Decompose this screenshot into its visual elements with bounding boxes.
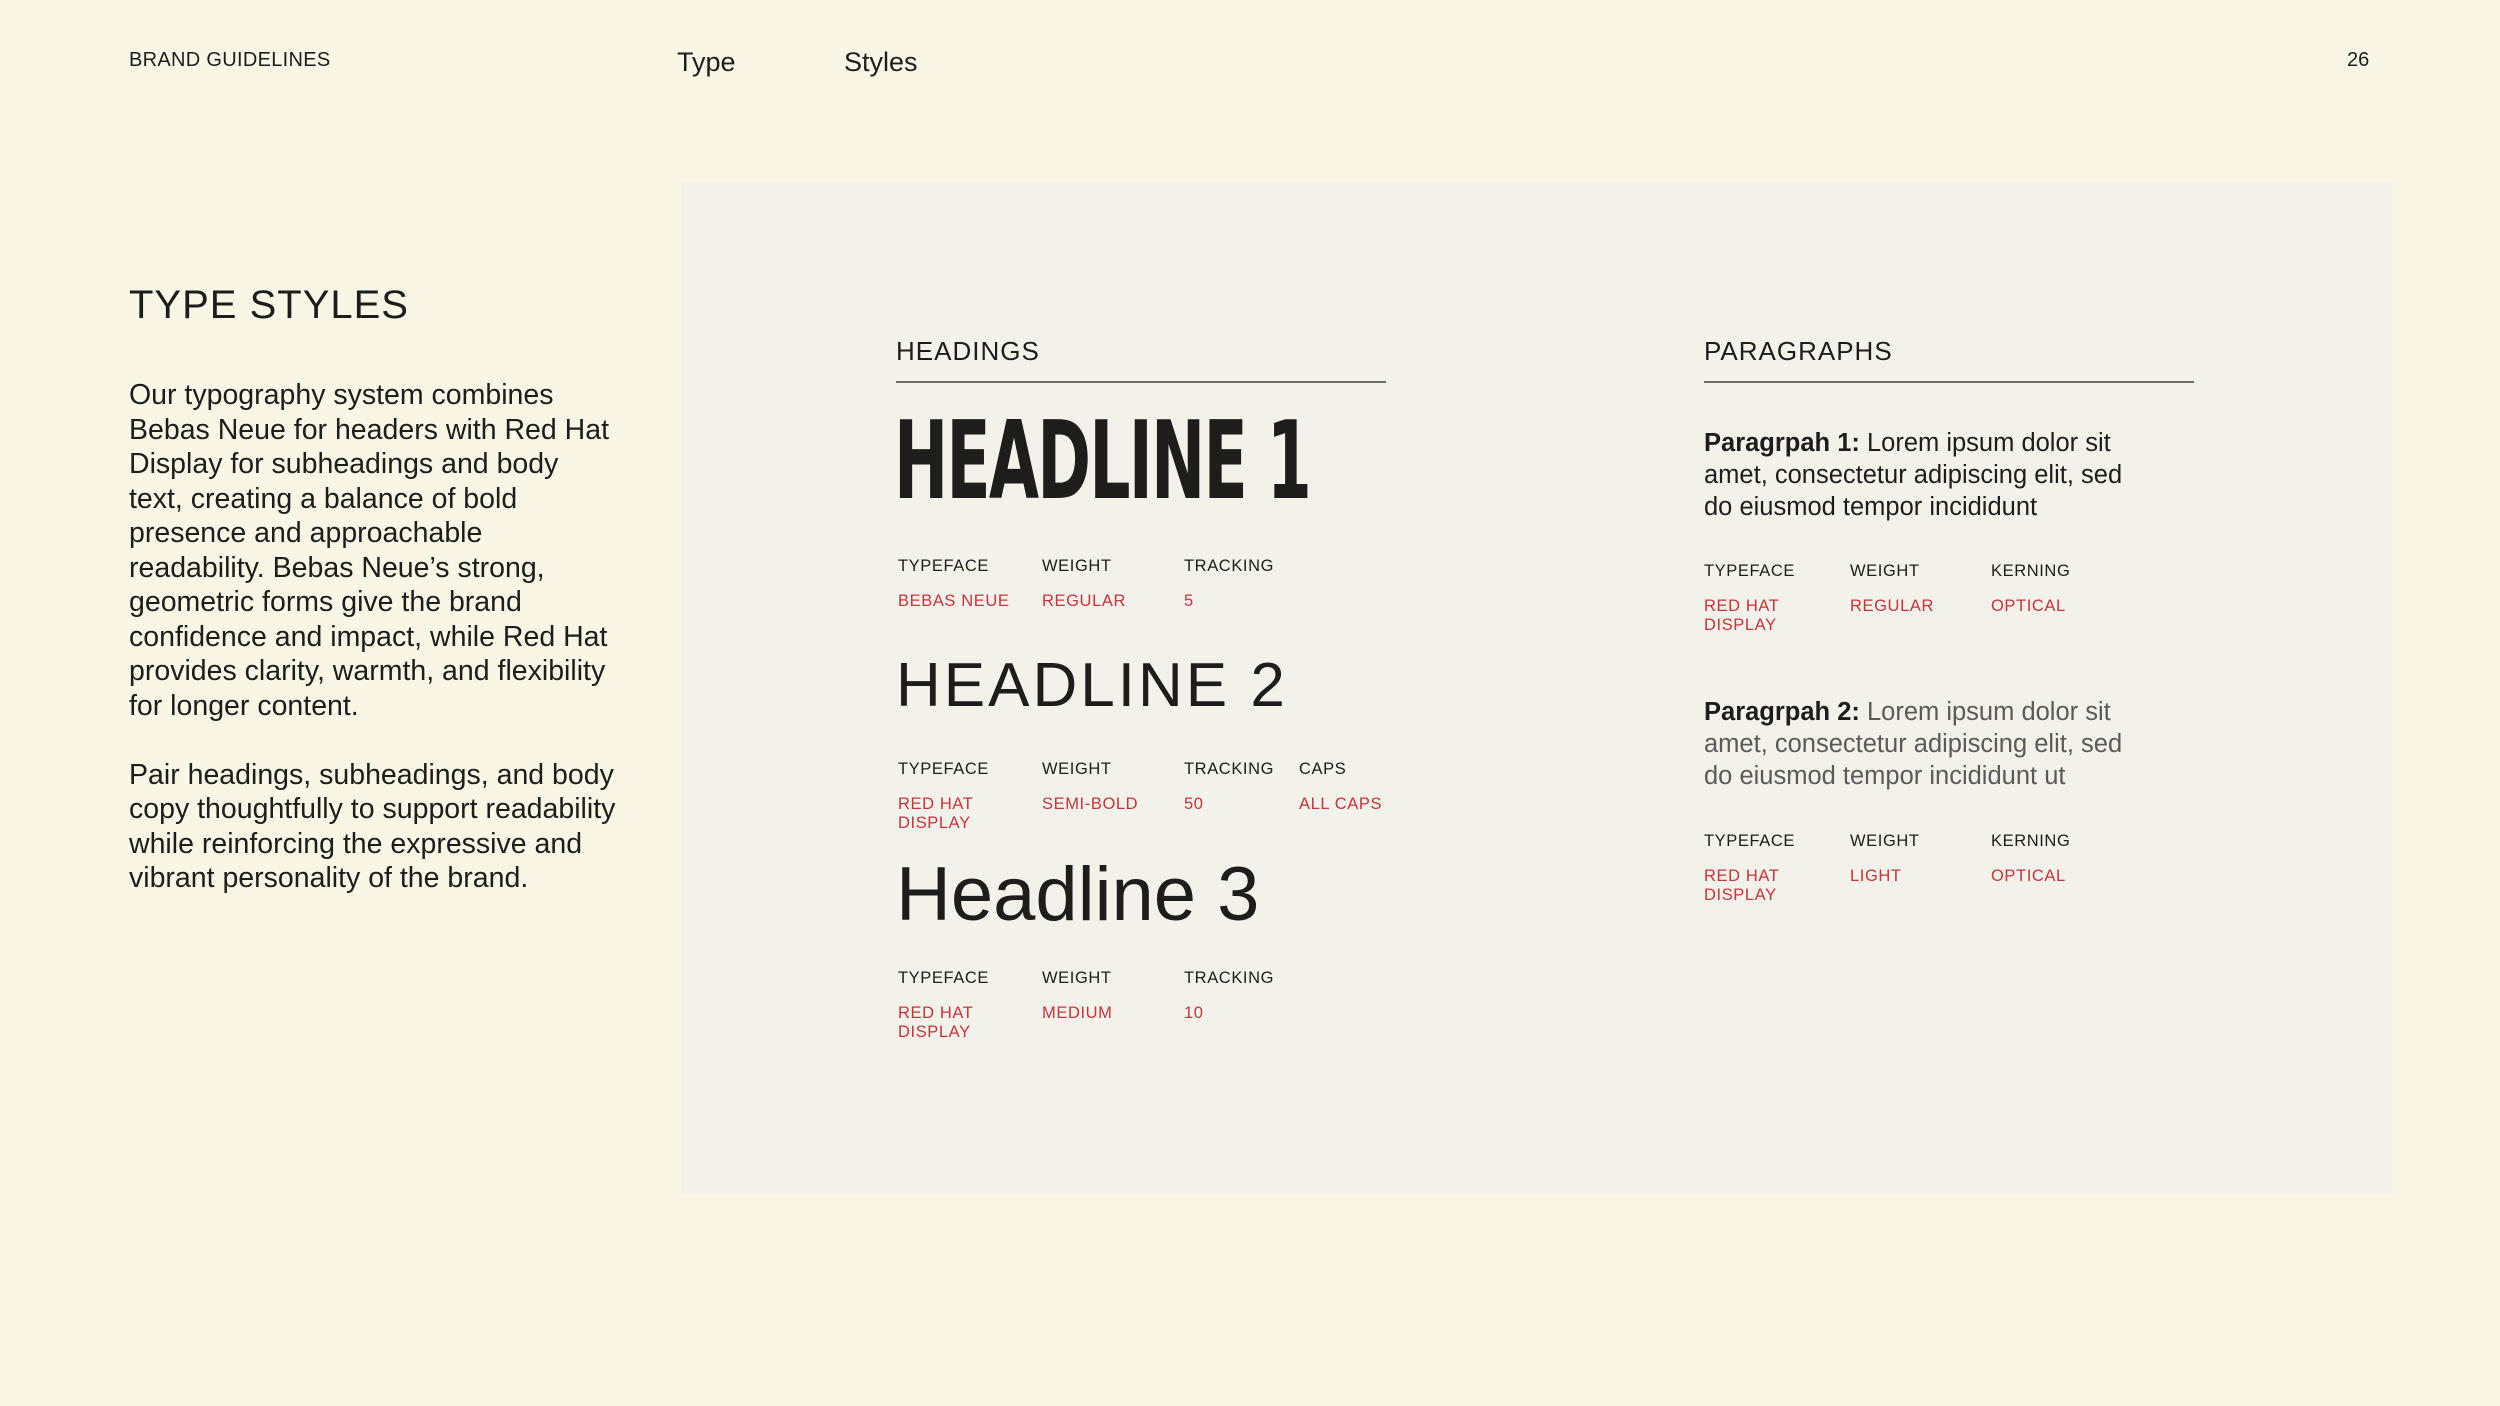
spec-value: RED HAT DISPLAY [898, 795, 974, 832]
page-number: 26 [2347, 49, 2370, 71]
spec-typeface: TYPEFACE BEBAS NEUE [898, 557, 1018, 611]
intro-paragraph: Our typography system combines Bebas Neu… [129, 379, 610, 722]
brand-label: BRAND GUIDELINES [129, 49, 331, 71]
spec-label: CAPS [1299, 760, 1347, 778]
spec-typeface: TYPEFACE RED HAT DISPLAY [898, 760, 1018, 833]
intro-text: Our typography system combines Bebas Neu… [129, 378, 619, 896]
spec-kerning: KERNING OPTICAL [1991, 562, 2111, 616]
headline-1-sample: HEADLINE 1 [894, 399, 1312, 524]
spec-label: TYPEFACE [1704, 562, 1795, 580]
spec-weight: WEIGHT REGULAR [1850, 562, 1970, 616]
spec-label: TYPEFACE [898, 557, 989, 575]
spec-kerning: KERNING OPTICAL [1991, 832, 2111, 886]
spec-label: TYPEFACE [898, 969, 989, 987]
spec-value: 5 [1184, 592, 1194, 610]
spec-label: TRACKING [1184, 969, 1275, 987]
spec-caps: CAPS ALL CAPS [1299, 760, 1419, 814]
spec-weight: WEIGHT SEMI-BOLD [1042, 760, 1162, 814]
paragraph-2-sample: Paragrpah 2: Lorem ipsum dolor sit amet,… [1704, 696, 2134, 792]
spec-label: KERNING [1991, 832, 2071, 850]
spec-weight: WEIGHT REGULAR [1042, 557, 1162, 611]
headline-3-sample: Headline 3 [896, 852, 1260, 937]
spec-value: 50 [1184, 795, 1204, 813]
spec-value: 10 [1184, 1004, 1204, 1022]
section-title: TYPE STYLES [129, 283, 409, 327]
page: BRAND GUIDELINES Type Styles 26 TYPE STY… [0, 0, 2500, 1406]
spec-typeface: TYPEFACE RED HAT DISPLAY [898, 969, 1018, 1042]
spec-weight: WEIGHT MEDIUM [1042, 969, 1162, 1023]
nav-item-type[interactable]: Type [677, 47, 736, 78]
paragraph-1-sample: Paragrpah 1: Lorem ipsum dolor sit amet,… [1704, 427, 2134, 523]
spec-value: REGULAR [1042, 592, 1126, 610]
nav-item-styles[interactable]: Styles [844, 47, 918, 78]
spec-tracking: TRACKING 5 [1184, 557, 1304, 611]
spec-typeface: TYPEFACE RED HAT DISPLAY [1704, 832, 1824, 905]
spec-typeface: TYPEFACE RED HAT DISPLAY [1704, 562, 1824, 635]
paragraph-label: Paragrpah 2: [1704, 698, 1860, 726]
spec-value: BEBAS NEUE [898, 592, 1010, 610]
spec-value: RED HAT DISPLAY [898, 1004, 974, 1041]
spec-tracking: TRACKING 50 [1184, 760, 1304, 814]
paragraph-label: Paragrpah 1: [1704, 429, 1860, 457]
spec-label: KERNING [1991, 562, 2071, 580]
spec-value: SEMI-BOLD [1042, 795, 1139, 813]
headings-column-title: HEADINGS [896, 336, 1386, 383]
spec-value: OPTICAL [1991, 867, 2066, 885]
headline-2-sample: HEADLINE 2 [896, 651, 1288, 720]
spec-label: TRACKING [1184, 557, 1275, 575]
spec-label: WEIGHT [1042, 969, 1112, 987]
spec-value: ALL CAPS [1299, 795, 1383, 813]
spec-tracking: TRACKING 10 [1184, 969, 1304, 1023]
spec-label: WEIGHT [1042, 760, 1112, 778]
spec-value: REGULAR [1850, 597, 1934, 615]
spec-label: TRACKING [1184, 760, 1275, 778]
spec-value: LIGHT [1850, 867, 1902, 885]
spec-value: RED HAT DISPLAY [1704, 597, 1780, 634]
spec-weight: WEIGHT LIGHT [1850, 832, 1970, 886]
spec-value: OPTICAL [1991, 597, 2066, 615]
spec-label: WEIGHT [1850, 832, 1920, 850]
paragraphs-column-title: PARAGRAPHS [1704, 336, 2194, 383]
spec-label: TYPEFACE [898, 760, 989, 778]
spec-label: WEIGHT [1850, 562, 1920, 580]
spec-label: TYPEFACE [1704, 832, 1795, 850]
spec-label: WEIGHT [1042, 557, 1112, 575]
spec-value: RED HAT DISPLAY [1704, 867, 1780, 904]
intro-paragraph: Pair headings, subheadings, and body cop… [129, 758, 616, 895]
spec-value: MEDIUM [1042, 1004, 1113, 1022]
